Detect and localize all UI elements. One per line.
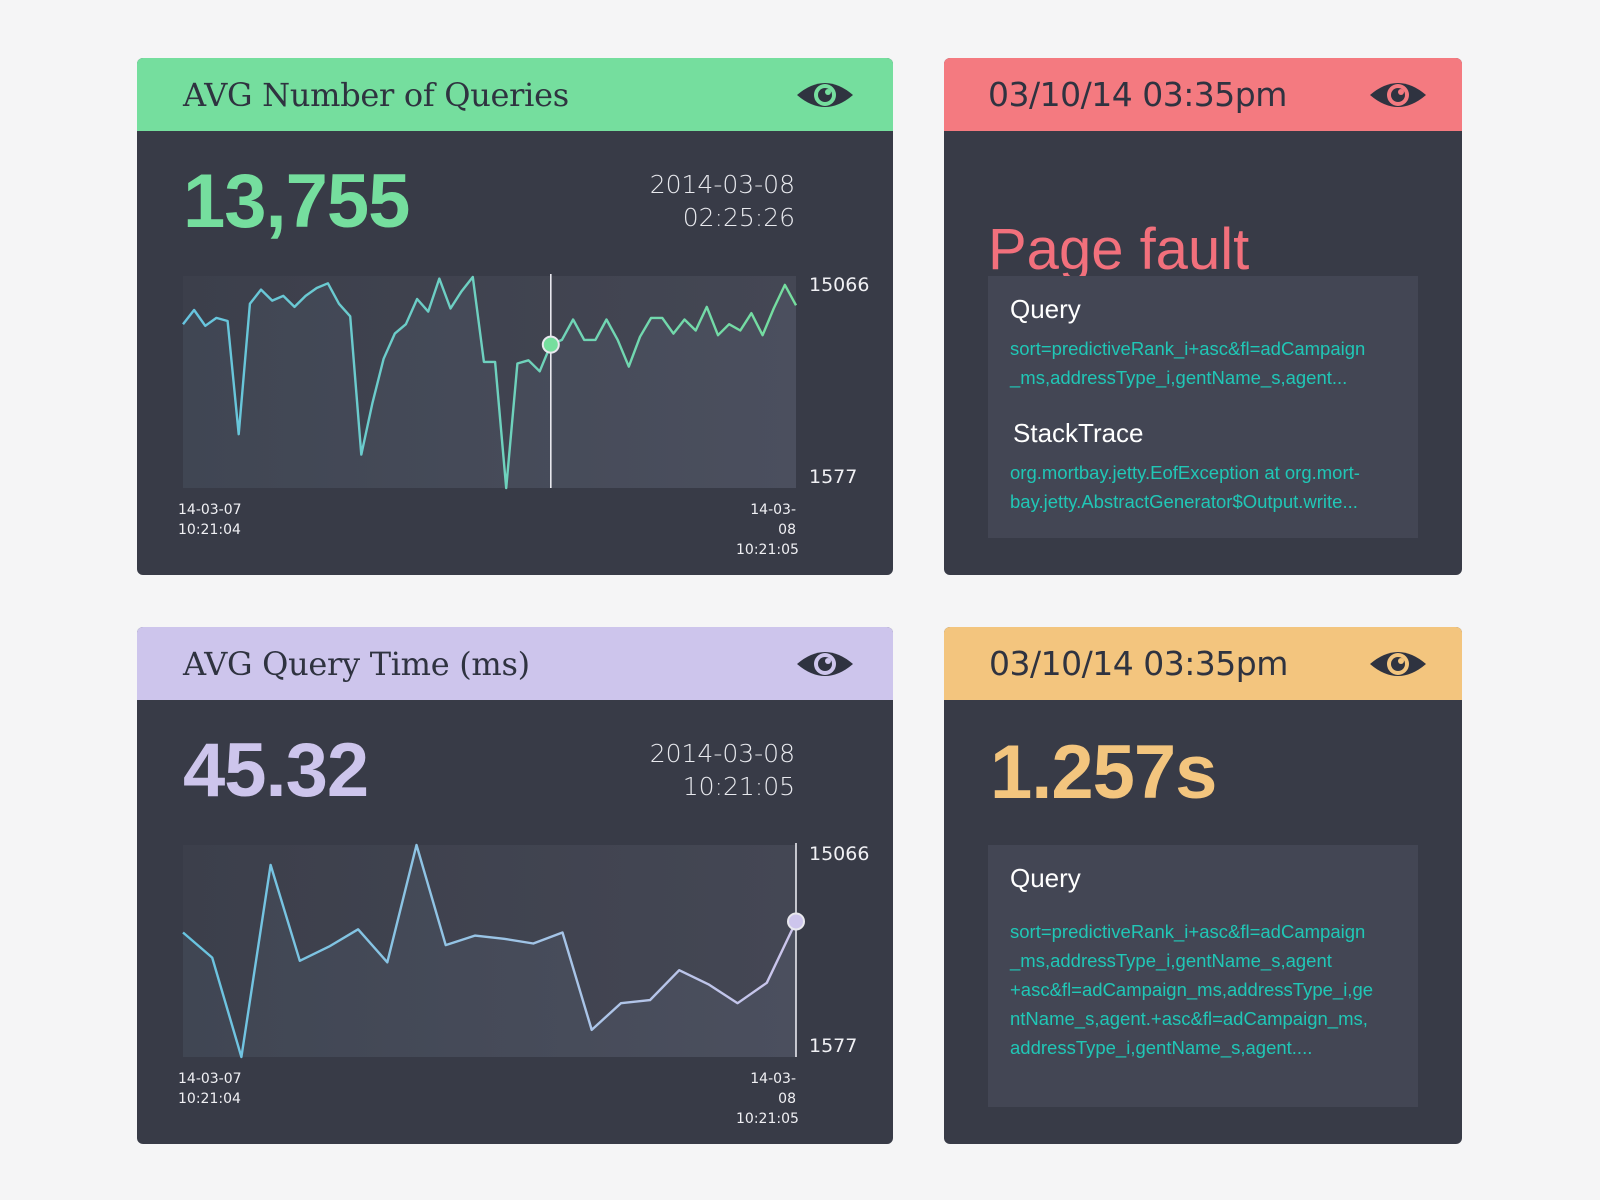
query-time-card: AVG Query Time (ms) 45.32 2014-03-08 10:… (137, 627, 893, 1144)
page-fault-card: 03/10/14 03:35pm Page fault Query sort=p… (944, 58, 1462, 575)
slow-query-card: 03/10/14 03:35pm 1.257s Query sort=predi… (944, 627, 1462, 1144)
stacktrace-label: StackTrace (1013, 418, 1144, 448)
y-min-label: 1577 (809, 1035, 858, 1057)
y-min-label: 1577 (809, 466, 858, 488)
query-line: +asc&fl=adCampaign_ms,addressType_i,ge (1010, 979, 1374, 1000)
query-label: Query (1010, 294, 1081, 324)
queries-line-chart (182, 274, 798, 490)
highlight-point (541, 335, 560, 354)
alert-timestamp: 03/10/14 03:35pm (988, 75, 1287, 114)
query-line: _ms,addressType_i,gentName_s,agent... (1010, 367, 1348, 388)
eye-icon[interactable] (1368, 646, 1428, 682)
stacktrace-line: bay.jetty.AbstractGenerator$Output.write… (1010, 491, 1358, 512)
x-end-time: 10:21:05 (736, 542, 799, 558)
query-text[interactable]: sort=predictiveRank_i+asc&fl=adCampaign … (1010, 917, 1390, 1062)
stacktrace-text[interactable]: org.mortbay.jetty.EofException at org.mo… (1010, 458, 1390, 516)
x-start-date: 14-03-07 (178, 1071, 242, 1087)
alert-timestamp: 03/10/14 03:35pm (989, 644, 1288, 683)
query-label: Query (1010, 863, 1081, 893)
stacktrace-line: org.mortbay.jetty.EofException at org.mo… (1010, 462, 1360, 483)
x-start-label: 14-03-07 10:21:04 (178, 1069, 242, 1109)
highlight-point (787, 912, 805, 931)
x-end-time: 10:21:05 (736, 1111, 799, 1127)
x-end-label: 14-03-08 10:21:05 (736, 1069, 799, 1129)
x-end-date: 14-03-08 (750, 1071, 796, 1107)
page-fault-header: 03/10/14 03:35pm (944, 58, 1462, 131)
slow-query-header: 03/10/14 03:35pm (944, 627, 1462, 700)
details-box: Query sort=predictiveRank_i+asc&fl=adCam… (988, 276, 1418, 538)
query-line: sort=predictiveRank_i+asc&fl=adCampaign (1010, 921, 1366, 942)
y-max-label: 15066 (809, 843, 870, 865)
x-start-time: 10:21:04 (178, 1091, 241, 1107)
query-line: _ms,addressType_i,gentName_s,agent (1010, 950, 1332, 971)
x-start-time: 10:21:04 (178, 522, 241, 538)
x-end-date: 14-03-08 (750, 502, 796, 538)
query-time-line-chart (182, 843, 805, 1059)
x-start-label: 14-03-07 10:21:04 (178, 500, 242, 540)
x-end-label: 14-03-08 10:21:05 (736, 500, 799, 560)
error-title: Page fault (988, 217, 1250, 282)
y-max-label: 15066 (809, 274, 870, 296)
query-text[interactable]: sort=predictiveRank_i+asc&fl=adCampaign … (1010, 334, 1390, 392)
duration-value: 1.257s (990, 730, 1217, 815)
query-line: addressType_i,gentName_s,agent.... (1010, 1037, 1313, 1058)
details-box: Query sort=predictiveRank_i+asc&fl=adCam… (988, 845, 1418, 1107)
query-line: ntName_s,agent.+asc&fl=adCampaign_ms, (1010, 1008, 1368, 1029)
query-line: sort=predictiveRank_i+asc&fl=adCampaign (1010, 338, 1366, 359)
x-start-date: 14-03-07 (178, 502, 242, 518)
queries-card: AVG Number of Queries 13,755 2014-03-08 … (137, 58, 893, 575)
eye-icon[interactable] (1368, 77, 1428, 113)
